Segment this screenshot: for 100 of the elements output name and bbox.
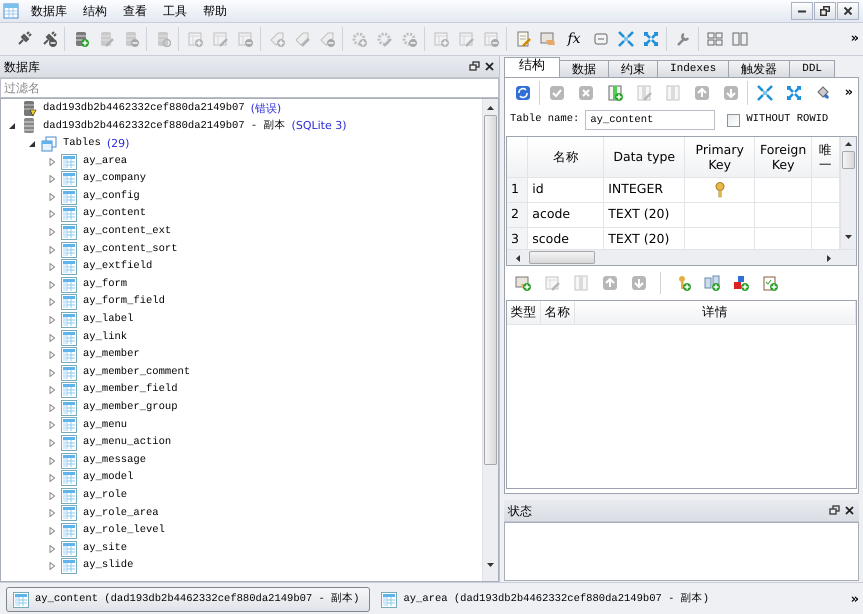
tree-item[interactable]: ay_member [83, 347, 140, 363]
float-icon[interactable] [469, 61, 480, 72]
collapsed-arrow-icon[interactable] [48, 175, 56, 184]
tree-item[interactable]: ay_role_level [83, 523, 165, 539]
vertical-scrollbar[interactable] [482, 99, 498, 581]
collapsed-arrow-icon[interactable] [48, 404, 56, 412]
tree-item[interactable]: ay_company [83, 171, 146, 188]
column-header[interactable]: 类型 [507, 301, 541, 324]
collapsed-arrow-icon[interactable] [48, 456, 56, 465]
tree-item[interactable]: ay_member_group [83, 400, 178, 416]
tree-item[interactable]: ay_menu [83, 418, 128, 434]
menu-item[interactable]: 结构 [75, 0, 115, 22]
minimize-button[interactable] [791, 2, 813, 20]
collapsed-arrow-icon[interactable] [48, 334, 56, 342]
scroll-up-icon[interactable] [486, 105, 495, 111]
tab[interactable]: DDL [789, 60, 836, 77]
collapsed-arrow-icon[interactable] [48, 492, 56, 500]
collapsed-arrow-icon[interactable] [48, 527, 56, 536]
collapsed-arrow-icon[interactable] [48, 192, 56, 201]
menu-item[interactable]: 数据库 [23, 0, 75, 22]
tree-item[interactable]: ay_form [83, 276, 128, 293]
column-header[interactable]: 名称 [541, 301, 575, 324]
tree-item[interactable]: ay_model [83, 470, 134, 486]
collapsed-arrow-icon[interactable] [48, 298, 56, 306]
tree-item[interactable]: ay_config [83, 188, 140, 205]
table-name-field[interactable]: ay_content [585, 110, 716, 130]
expanded-arrow-icon[interactable] [28, 140, 36, 148]
document-tab[interactable]: ay_content (dad193db2b4462332cef880da2149b07 - 副本) [6, 587, 370, 612]
tree-item[interactable]: ay_site [83, 540, 128, 557]
tree-item[interactable]: ay_member_comment [83, 364, 190, 381]
collapsed-arrow-icon[interactable] [48, 562, 56, 570]
tab[interactable]: 触发器 [728, 60, 790, 77]
tree-item[interactable]: ay_slide [83, 558, 134, 574]
column-header[interactable]: Foreign Key [754, 137, 812, 177]
tree-item[interactable]: ay_content [83, 206, 146, 222]
collapsed-arrow-icon[interactable] [48, 263, 56, 272]
tab[interactable]: 约束 [608, 60, 658, 77]
scroll-thumb[interactable] [842, 151, 855, 169]
collapsed-arrow-icon[interactable] [48, 210, 56, 218]
collapsed-arrow-icon[interactable] [48, 316, 56, 324]
tree-item[interactable]: ay_message [83, 452, 146, 469]
collapsed-arrow-icon[interactable] [48, 509, 56, 518]
restore-button[interactable] [814, 2, 836, 20]
tab[interactable]: 结构 [504, 57, 560, 77]
tree-item[interactable]: Tables [63, 136, 101, 152]
tree-item[interactable]: ay_extfield [83, 259, 152, 276]
tree-item[interactable]: ay_content_sort [83, 242, 178, 258]
tree-item[interactable]: ay_role [83, 488, 128, 504]
tree-item[interactable]: ay_label [83, 312, 134, 328]
menu-item[interactable]: 工具 [155, 0, 195, 22]
scroll-down-icon[interactable] [486, 562, 495, 568]
close-button[interactable] [837, 2, 859, 20]
overflow-button[interactable]: » [846, 590, 863, 610]
collapsed-arrow-icon[interactable] [48, 421, 56, 430]
scroll-left-icon[interactable] [515, 254, 521, 263]
scroll-up-icon[interactable] [844, 141, 853, 147]
collapsed-arrow-icon[interactable] [48, 280, 56, 289]
scroll-down-icon[interactable] [844, 234, 853, 240]
collapsed-arrow-icon[interactable] [48, 351, 56, 360]
overflow-button[interactable]: » [840, 83, 857, 103]
tab[interactable]: Indexes [657, 60, 730, 77]
collapsed-arrow-icon[interactable] [48, 228, 56, 236]
column-header[interactable]: 名称 [528, 137, 604, 177]
expanded-arrow-icon[interactable] [8, 122, 16, 130]
close-icon[interactable] [484, 61, 495, 72]
tab[interactable]: 数据 [559, 60, 609, 77]
tree-item[interactable]: ay_form_field [83, 294, 165, 310]
scroll-right-icon[interactable] [826, 254, 832, 263]
tree-item[interactable]: dad193db2b4462332cef880da2149b07 - 副本 [43, 118, 286, 134]
function-button[interactable]: fx [562, 28, 586, 50]
column-header[interactable]: 唯一 [812, 137, 840, 177]
checkbox[interactable] [727, 114, 740, 126]
collapsed-arrow-icon[interactable] [48, 544, 56, 553]
collapsed-arrow-icon[interactable] [48, 246, 56, 254]
document-tab[interactable]: ay_area (dad193db2b4462332cef880da2149b07 - 副本) [374, 587, 720, 612]
tree-item[interactable]: ay_menu_action [83, 435, 172, 451]
collapsed-arrow-icon[interactable] [48, 158, 56, 166]
float-icon[interactable] [829, 505, 840, 516]
collapsed-arrow-icon[interactable] [48, 474, 56, 482]
menu-item[interactable]: 查看 [115, 0, 155, 22]
tree-item[interactable]: ay_content_ext [83, 224, 172, 240]
scroll-thumb[interactable] [529, 251, 595, 264]
horizontal-scrollbar[interactable] [507, 249, 856, 265]
column-header[interactable]: 详情 [575, 301, 856, 324]
collapsed-arrow-icon[interactable] [48, 439, 56, 448]
tree-item[interactable]: dad193db2b4462332cef880da2149b07 [43, 100, 245, 117]
tree-item[interactable]: ay_role_area [83, 506, 159, 522]
column-header[interactable]: Primary Key [684, 137, 755, 177]
menu-item[interactable]: 帮助 [195, 0, 235, 22]
tree-item[interactable]: ay_link [83, 330, 128, 346]
overflow-button[interactable]: » [846, 29, 863, 49]
tree-item[interactable]: ay_area [83, 154, 128, 170]
close-icon[interactable] [844, 505, 855, 516]
tree-item[interactable]: ay_member_field [83, 382, 178, 398]
scroll-thumb[interactable] [484, 115, 497, 465]
collapsed-arrow-icon[interactable] [48, 368, 56, 377]
column-header[interactable]: Data type [604, 137, 685, 177]
filter-field[interactable]: 过滤名 [0, 78, 499, 98]
collapsed-arrow-icon[interactable] [48, 386, 56, 394]
vertical-scrollbar[interactable] [840, 137, 856, 249]
